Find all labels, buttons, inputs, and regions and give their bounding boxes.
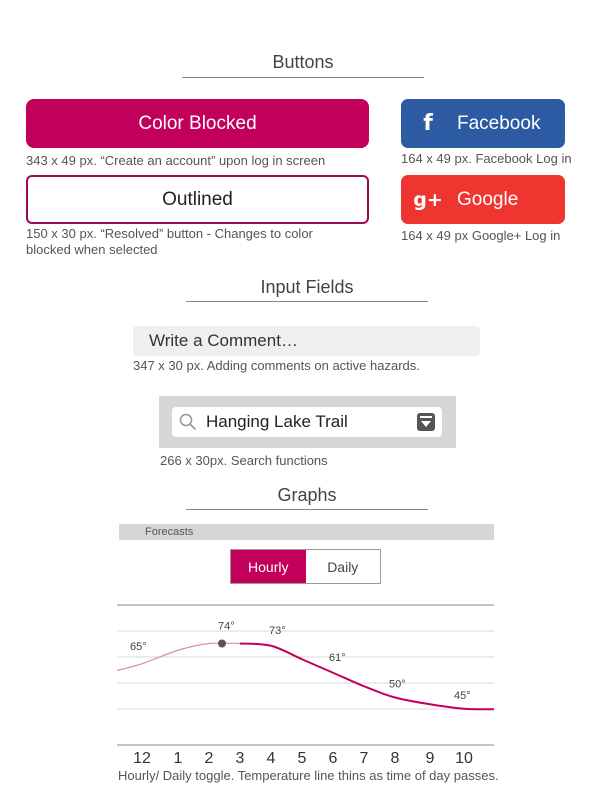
x-tick-4: 4 bbox=[267, 750, 276, 767]
outlined-button[interactable]: Outlined bbox=[26, 175, 369, 224]
search-input[interactable]: Hanging Lake Trail bbox=[172, 407, 442, 437]
search-caption: 266 x 30px. Search functions bbox=[160, 453, 328, 468]
facebook-icon: f bbox=[423, 111, 433, 136]
graphs-section-title: Graphs bbox=[277, 485, 337, 505]
outlined-caption: 150 x 30 px. “Resolved” button - Changes… bbox=[26, 226, 313, 257]
google-caption: 164 x 49 px Google+ Log in bbox=[401, 228, 561, 243]
data-label-6: 61° bbox=[329, 652, 346, 664]
x-tick-1: 1 bbox=[174, 750, 183, 767]
x-tick-7: 7 bbox=[360, 750, 369, 767]
google-login-button[interactable]: g+ Google bbox=[401, 175, 565, 224]
temperature-line-chart: 65°74° 73°61°50°45° 12 1 2 3 4 5 6 7 8 9 10 bbox=[116, 604, 495, 767]
facebook-login-button[interactable]: f Facebook bbox=[401, 99, 565, 148]
data-label-3: 74° bbox=[218, 621, 235, 633]
chart-grid bbox=[117, 630, 494, 710]
buttons-section-divider bbox=[182, 77, 424, 78]
search-input-value: Hanging Lake Trail bbox=[206, 412, 348, 431]
forecasts-header: Forecasts bbox=[119, 524, 494, 540]
chart-series bbox=[116, 639, 495, 711]
x-tick-6: 6 bbox=[329, 750, 338, 767]
x-tick-5: 5 bbox=[298, 750, 307, 767]
x-tick-10: 10 bbox=[455, 750, 473, 767]
graphs-section-divider bbox=[186, 509, 428, 510]
dropdown-icon[interactable] bbox=[416, 412, 436, 432]
data-label-12: 65° bbox=[130, 641, 147, 653]
facebook-label: Facebook bbox=[457, 112, 541, 134]
input-fields-divider bbox=[186, 301, 428, 302]
graph-caption: Hourly/ Daily toggle. Temperature line t… bbox=[118, 768, 499, 783]
google-plus-icon: g+ bbox=[413, 188, 443, 211]
data-label-10: 45° bbox=[454, 690, 471, 702]
toggle-hourly[interactable]: Hourly bbox=[231, 550, 306, 583]
search-icon bbox=[179, 413, 196, 430]
data-label-4: 73° bbox=[269, 625, 286, 637]
input-fields-section-title: Input Fields bbox=[260, 277, 354, 297]
toggle-daily[interactable]: Daily bbox=[305, 550, 380, 583]
color-blocked-button[interactable]: Color Blocked bbox=[26, 99, 369, 148]
hourly-daily-toggle: Hourly Daily bbox=[230, 549, 381, 584]
google-label: Google bbox=[457, 188, 519, 210]
comment-input[interactable]: Write a Comment… bbox=[133, 326, 480, 356]
chart-data-labels: 65° 74° 73° 61° 50° 45° bbox=[130, 621, 471, 702]
data-label-8: 50° bbox=[389, 679, 406, 691]
comment-caption: 347 x 30 px. Adding comments on active h… bbox=[133, 358, 420, 373]
x-tick-12: 12 bbox=[133, 750, 151, 767]
facebook-caption: 164 x 49 px. Facebook Log in bbox=[401, 151, 572, 166]
color-blocked-caption: 343 x 49 px. “Create an account” upon lo… bbox=[26, 153, 326, 168]
x-tick-2: 2 bbox=[205, 750, 214, 767]
buttons-section-title: Buttons bbox=[272, 52, 334, 72]
x-tick-8: 8 bbox=[391, 750, 400, 767]
x-tick-3: 3 bbox=[236, 750, 245, 767]
current-time-marker bbox=[218, 639, 226, 648]
search-bar-container: Hanging Lake Trail bbox=[159, 396, 456, 448]
chart-x-tick-labels: 12 1 2 3 4 5 6 7 8 9 10 bbox=[133, 750, 473, 767]
x-tick-9: 9 bbox=[426, 750, 435, 767]
